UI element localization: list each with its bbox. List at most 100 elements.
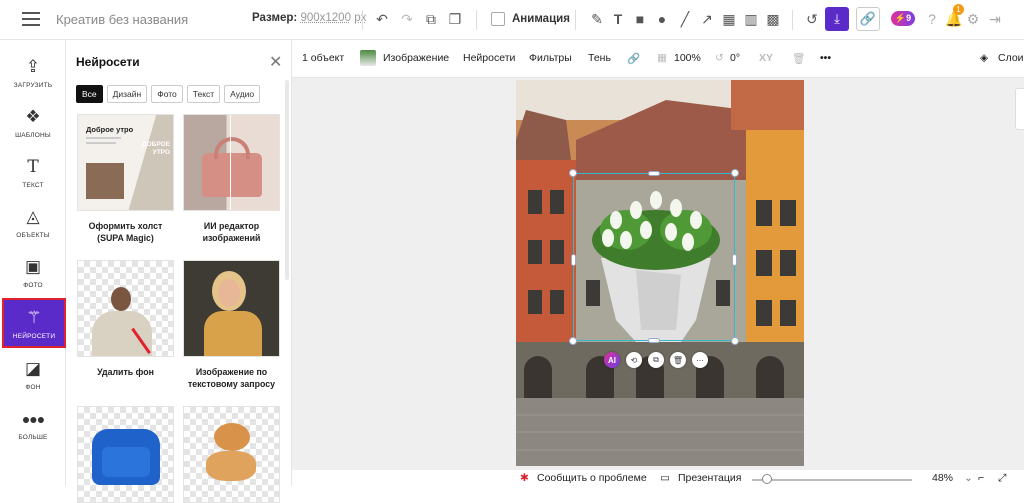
- zoom-knob[interactable]: [762, 474, 772, 484]
- card-text-to-image[interactable]: Изображение по текстовому запросу: [183, 260, 280, 390]
- filter-design[interactable]: Дизайн: [106, 85, 148, 103]
- qr-icon[interactable]: ▩: [763, 9, 783, 29]
- presentation-icon: ▭: [660, 472, 670, 484]
- duplicate-icon[interactable]: ⧉: [648, 352, 664, 368]
- nav-templates[interactable]: ❖ ШАБЛОНЫ: [0, 98, 66, 146]
- dog-head: [214, 423, 250, 451]
- shadow-button[interactable]: Тень: [588, 52, 611, 64]
- context-toolbar: 1 объект Изображение Нейросети Фильтры Т…: [292, 40, 1024, 78]
- resize-handle[interactable]: [732, 254, 737, 266]
- card-supa-magic[interactable]: Доброе утро ДОБРОЕ УТРО Оформить холст (…: [77, 114, 174, 244]
- help-icon[interactable]: ?: [922, 9, 942, 29]
- link-icon[interactable]: 🔗: [627, 52, 640, 65]
- filters-button[interactable]: Фильтры: [529, 52, 572, 64]
- resize-handle[interactable]: [569, 169, 577, 177]
- fit-icon[interactable]: ⌐: [978, 472, 984, 484]
- download-icon[interactable]: ⤓: [825, 7, 849, 31]
- zoom-slider[interactable]: [752, 479, 912, 481]
- document-title[interactable]: Креатив без названия: [56, 12, 188, 27]
- line-icon[interactable]: ╱: [675, 9, 695, 29]
- card-remove-bg[interactable]: Удалить фон: [77, 260, 174, 378]
- replace-icon[interactable]: ⟲: [626, 352, 642, 368]
- close-icon[interactable]: ✕: [269, 52, 282, 72]
- pro-badge[interactable]: ⚡9: [891, 11, 915, 26]
- more-icon[interactable]: •••: [820, 52, 831, 64]
- resize-handle[interactable]: [569, 337, 577, 345]
- copy-icon[interactable]: ⧉: [421, 9, 441, 29]
- share-link-icon[interactable]: 🔗: [856, 7, 880, 31]
- filter-photo[interactable]: Фото: [151, 85, 183, 103]
- nav-upload[interactable]: ⇪ ЗАГРУЗИТЬ: [0, 48, 66, 96]
- arrow-icon[interactable]: ↗: [697, 9, 717, 29]
- right-panel-toggle[interactable]: [1015, 88, 1024, 130]
- nav-photo[interactable]: ▣ ФОТО: [0, 248, 66, 296]
- filter-all[interactable]: Все: [76, 85, 103, 103]
- delete-icon[interactable]: 🗑: [670, 352, 686, 368]
- xy-button[interactable]: XY: [759, 52, 773, 64]
- image-button[interactable]: Изображение: [383, 52, 449, 64]
- nav-background[interactable]: ◪ ФОН: [0, 350, 66, 398]
- rotation-value[interactable]: 0°: [730, 52, 740, 64]
- paste-icon[interactable]: ❐: [445, 9, 465, 29]
- person-head: [111, 287, 131, 311]
- nav-ai[interactable]: ⚚ НЕЙРОСЕТИ: [2, 298, 66, 348]
- resize-handle[interactable]: [648, 171, 660, 176]
- selection-box[interactable]: [569, 169, 739, 345]
- image-thumbnail[interactable]: [360, 50, 376, 66]
- thumb-line: [86, 137, 121, 139]
- card-thumbnail: [183, 260, 280, 357]
- logout-icon[interactable]: ⇥: [985, 9, 1005, 29]
- menu-icon[interactable]: [22, 12, 40, 26]
- canvas-size[interactable]: Размер: 900x1200 px: [252, 12, 366, 24]
- undo-icon[interactable]: ↶: [372, 9, 392, 29]
- ai-button[interactable]: Нейросети: [463, 52, 515, 64]
- divider: [575, 10, 576, 30]
- card-ai-editor[interactable]: ИИ редактор изображений: [183, 114, 280, 244]
- resize-handle[interactable]: [731, 169, 739, 177]
- table-icon[interactable]: ▦: [719, 9, 739, 29]
- layers-button[interactable]: Слои: [998, 52, 1024, 64]
- animation-checkbox[interactable]: [491, 12, 505, 26]
- history-icon[interactable]: ↺: [802, 9, 822, 29]
- ai-action-icon[interactable]: AI: [604, 352, 620, 368]
- resize-handle[interactable]: [571, 254, 576, 266]
- animation-label[interactable]: Анимация: [512, 13, 570, 25]
- divider: [476, 10, 477, 30]
- woman-dress: [204, 311, 262, 356]
- nav-text[interactable]: T ТЕКСТ: [0, 148, 66, 196]
- chart-icon[interactable]: ▥: [741, 9, 761, 29]
- photo-icon: ▣: [24, 256, 42, 276]
- report-problem-button[interactable]: Сообщить о проблеме: [537, 472, 647, 484]
- redo-icon[interactable]: ↷: [397, 9, 417, 29]
- panel-title: Нейросети: [76, 55, 140, 69]
- opacity-icon: ▦: [657, 52, 667, 64]
- filter-text[interactable]: Текст: [186, 85, 221, 103]
- opacity-value[interactable]: 100%: [674, 52, 701, 64]
- size-value[interactable]: 900x1200: [300, 12, 351, 24]
- layers-icon[interactable]: ◈: [980, 52, 988, 64]
- circle-icon[interactable]: ●: [652, 9, 672, 29]
- panel-scrollbar[interactable]: [285, 80, 289, 280]
- text-tool-icon[interactable]: T: [608, 9, 628, 29]
- nav-more[interactable]: ●●● БОЛЬШЕ: [0, 400, 66, 448]
- zoom-value[interactable]: 48%: [932, 472, 953, 484]
- fullscreen-icon[interactable]: ⤢: [998, 472, 1006, 485]
- card-thumbnail: [77, 406, 174, 503]
- presentation-button[interactable]: Презентация: [678, 472, 741, 484]
- more-options-icon[interactable]: ⋯: [692, 352, 708, 368]
- pen-icon[interactable]: ✎: [587, 9, 607, 29]
- card-armchair[interactable]: [77, 406, 174, 503]
- filter-audio[interactable]: Аудио: [224, 85, 261, 103]
- design-canvas[interactable]: AI ⟲ ⧉ 🗑 ⋯: [516, 80, 804, 466]
- resize-handle[interactable]: [648, 338, 660, 343]
- bag-handle: [214, 137, 250, 159]
- nav-label: ФОН: [25, 383, 41, 391]
- card-thumbnail: [183, 114, 280, 211]
- chevron-down-icon[interactable]: ⌄: [964, 472, 973, 484]
- nav-objects[interactable]: ◬ ОБЪЕКТЫ: [0, 198, 66, 246]
- trash-icon[interactable]: 🗑: [792, 52, 805, 65]
- gear-icon[interactable]: ⚙: [963, 9, 983, 29]
- square-icon[interactable]: ■: [630, 9, 650, 29]
- card-dog[interactable]: [183, 406, 280, 503]
- resize-handle[interactable]: [731, 337, 739, 345]
